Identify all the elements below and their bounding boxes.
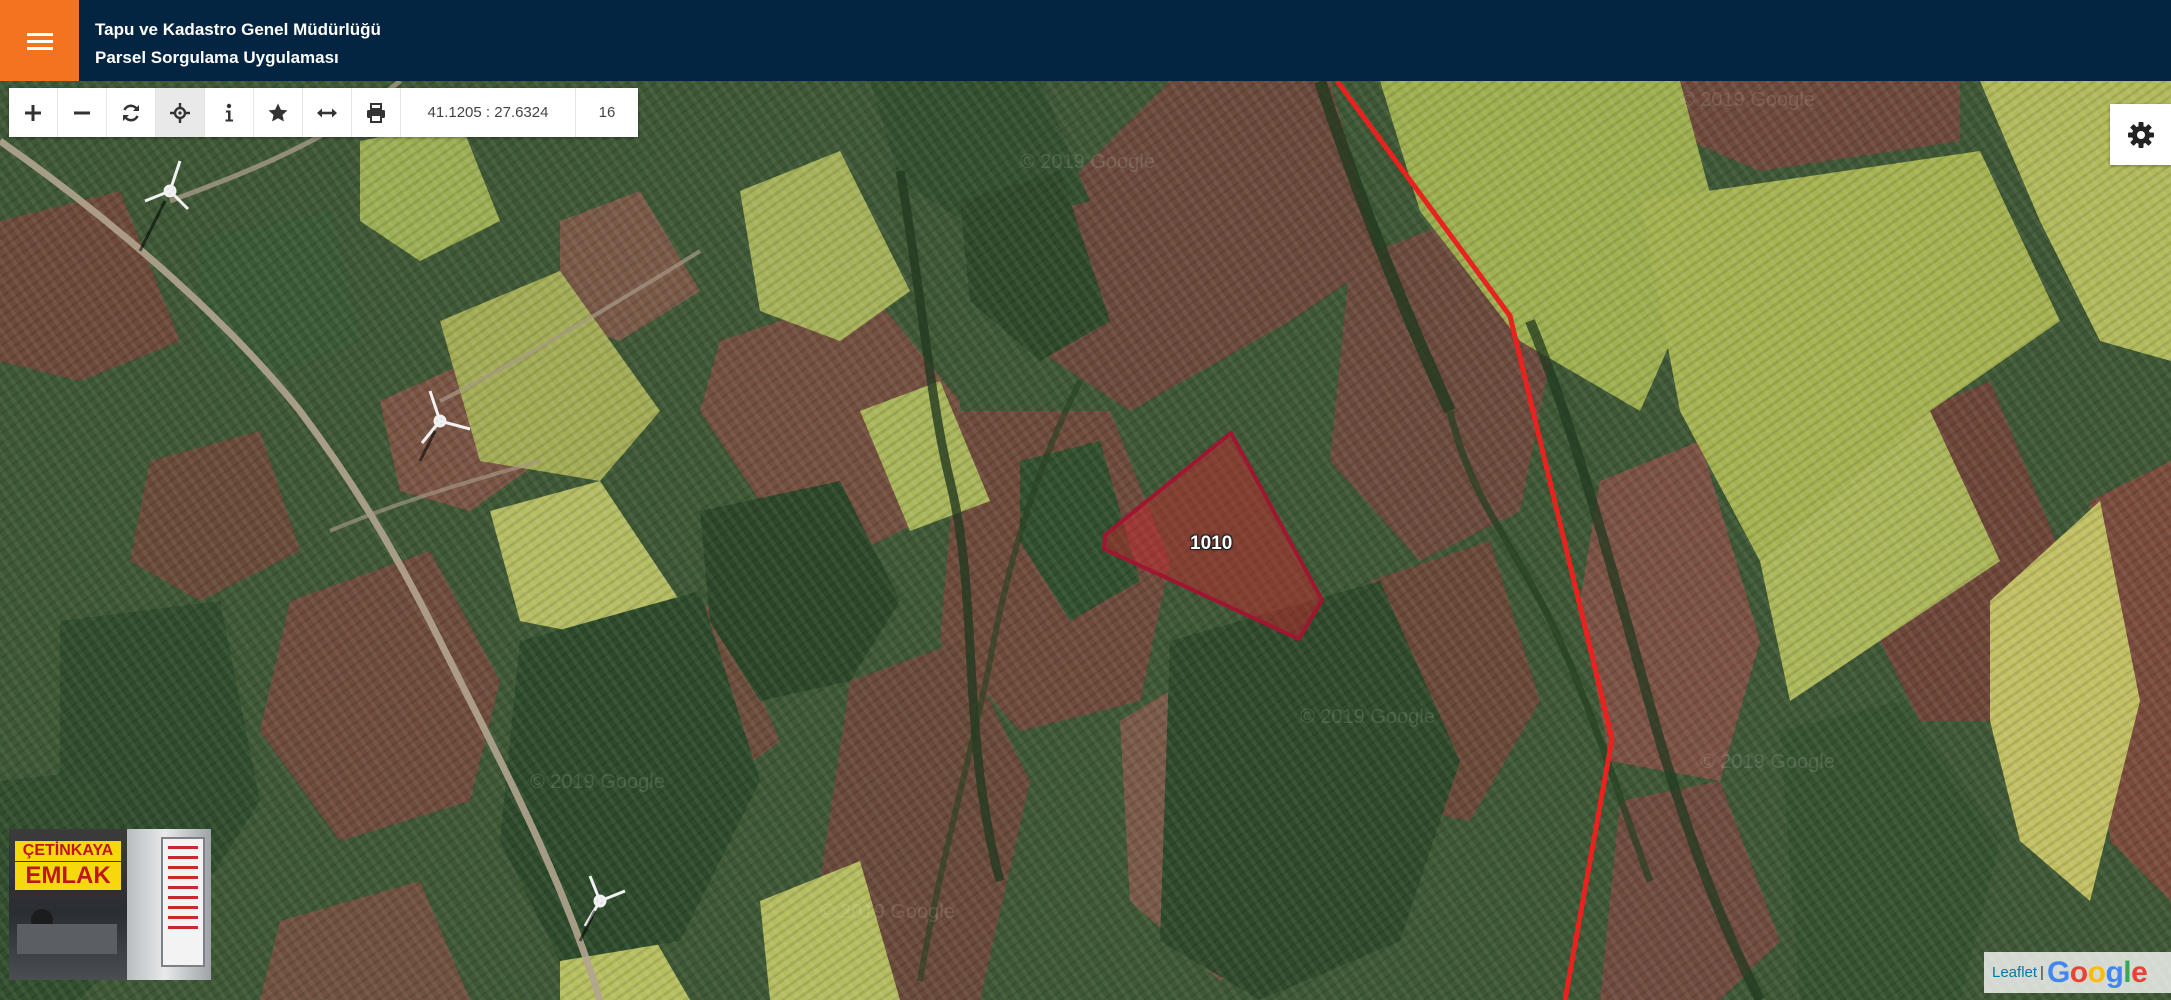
- ad-office-photo: ÇETİNKAYA EMLAK: [9, 829, 127, 980]
- hamburger-icon: [26, 32, 53, 50]
- leaflet-link[interactable]: Leaflet: [1992, 964, 2037, 981]
- star-icon: [268, 103, 288, 121]
- favorite-button[interactable]: [254, 88, 303, 137]
- zoom-out-button[interactable]: [58, 88, 107, 137]
- title-line-application: Parsel Sorgulama Uygulaması: [95, 48, 339, 67]
- info-button[interactable]: [205, 88, 254, 137]
- ad-storefront-photo: [127, 829, 211, 980]
- map-toolbar: 41.1205 : 27.6324 16: [9, 88, 638, 137]
- refresh-icon: [123, 104, 139, 121]
- app-header: Tapu ve Kadastro Genel Müdürlüğü Parsel …: [0, 0, 2171, 81]
- parcel-number-label[interactable]: 1010: [1190, 533, 1232, 555]
- crosshair-move-icon: [170, 102, 190, 123]
- map-canvas[interactable]: © 2019 Google © 2019 Google © 2019 Googl…: [0, 81, 2171, 1000]
- map-attribution: Leaflet | Google: [1984, 952, 2171, 993]
- ad-desk-shape: [17, 924, 117, 954]
- gear-icon: [2127, 121, 2154, 148]
- zoom-in-button[interactable]: [9, 88, 58, 137]
- print-icon: [367, 102, 385, 123]
- pan-button[interactable]: [156, 88, 205, 137]
- ad-business-name: ÇETİNKAYA: [15, 841, 121, 861]
- google-logo: Google: [2046, 955, 2148, 989]
- minus-icon: [74, 111, 90, 114]
- attribution-separator: |: [2040, 964, 2044, 981]
- plus-icon: [25, 104, 41, 121]
- print-button[interactable]: [352, 88, 401, 137]
- menu-button[interactable]: [0, 0, 79, 81]
- satellite-imagery[interactable]: [0, 81, 2171, 1000]
- zoom-level-readout: 16: [598, 104, 616, 121]
- ad-door-shape: [161, 837, 205, 967]
- ad-business-type: EMLAK: [15, 862, 121, 890]
- info-icon: [225, 103, 233, 121]
- title-line-organization: Tapu ve Kadastro Genel Müdürlüğü: [95, 20, 381, 39]
- refresh-button[interactable]: [107, 88, 156, 137]
- advertisement-banner[interactable]: ÇETİNKAYA EMLAK: [9, 829, 211, 980]
- measure-button[interactable]: [303, 88, 352, 137]
- settings-button[interactable]: [2110, 104, 2171, 165]
- app-title: Tapu ve Kadastro Genel Müdürlüğü Parsel …: [95, 16, 381, 72]
- coordinate-readout: 41.1205 : 27.6324: [401, 88, 576, 137]
- horizontal-arrows-icon: [317, 108, 337, 117]
